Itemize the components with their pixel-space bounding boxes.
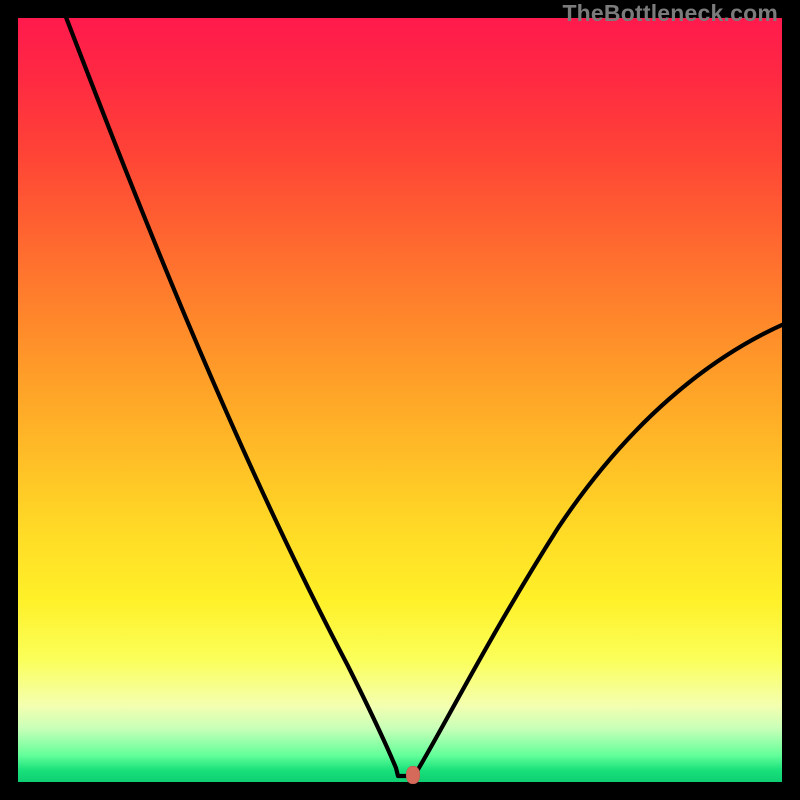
- chart-frame: TheBottleneck.com: [0, 0, 800, 800]
- plot-area: [18, 18, 782, 782]
- bottleneck-curve: [18, 18, 782, 782]
- watermark-text: TheBottleneck.com: [562, 0, 778, 27]
- optimal-point-marker: [406, 766, 420, 784]
